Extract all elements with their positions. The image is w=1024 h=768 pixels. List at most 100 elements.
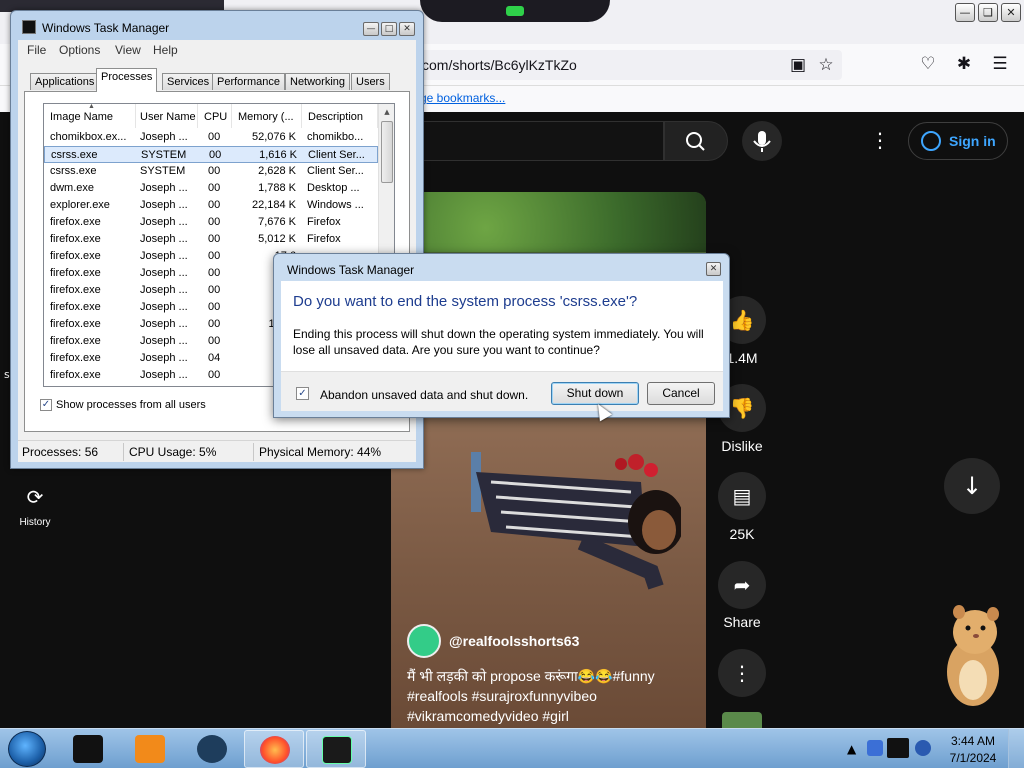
- taskbar-app-network[interactable]: [182, 730, 242, 768]
- share-label: Share: [723, 614, 761, 630]
- start-button[interactable]: [8, 731, 46, 767]
- tab-performance[interactable]: Performance: [212, 73, 285, 90]
- tab-users[interactable]: Users: [351, 73, 390, 90]
- url-bar[interactable]: com/shorts/Bc6ylKzTkZo ▣ ☆: [400, 50, 842, 80]
- extensions-icon[interactable]: ✱: [954, 54, 974, 74]
- taskbar-app-media-player[interactable]: [120, 730, 180, 768]
- process-description: Desktop ...: [307, 182, 360, 194]
- table-row[interactable]: csrss.exe SYSTEM 00 2,628 K Client Ser...: [44, 163, 378, 180]
- scroll-up-icon[interactable]: ▲: [379, 104, 394, 120]
- cancel-button[interactable]: Cancel: [647, 382, 715, 405]
- process-cpu: 00: [208, 199, 221, 211]
- column-image-name[interactable]: ▲ Image Name: [44, 104, 136, 128]
- abandon-data-checkbox[interactable]: ✓: [296, 387, 309, 400]
- show-desktop-button[interactable]: [1008, 729, 1024, 768]
- abandon-data-label[interactable]: Abandon unsaved data and shut down.: [320, 388, 528, 402]
- process-user: Joseph ...: [140, 131, 188, 143]
- menu-help[interactable]: Help: [153, 43, 178, 57]
- taskbar-app-task-manager[interactable]: [306, 730, 366, 768]
- process-name: firefox.exe: [50, 250, 101, 262]
- checkbox-checked-icon[interactable]: ✓: [40, 399, 52, 411]
- clock-date[interactable]: 7/1/2024: [946, 751, 1000, 765]
- close-button[interactable]: ✕: [399, 22, 415, 36]
- caption-line[interactable]: #realfools #surajroxfunnyvibeo: [407, 686, 697, 706]
- tray-security-icon[interactable]: [867, 740, 883, 756]
- process-cpu: 00: [208, 335, 221, 347]
- maximize-button[interactable]: □: [381, 22, 397, 36]
- table-row[interactable]: csrss.exe SYSTEM 00 1,616 K Client Ser...: [44, 146, 378, 163]
- caption-line[interactable]: #vikramcomedyvideo #girl: [407, 706, 697, 726]
- network-icon: [197, 735, 227, 763]
- channel-name-link[interactable]: @realfoolsshorts63: [449, 633, 579, 649]
- yt-search-input[interactable]: [420, 121, 664, 161]
- task-manager-titlebar[interactable]: Windows Task Manager — □ ✕: [11, 11, 423, 41]
- process-name: firefox.exe: [50, 301, 101, 313]
- pocket-icon[interactable]: ♡: [918, 54, 938, 74]
- tab-networking[interactable]: Networking: [285, 73, 351, 90]
- more-options-icon[interactable]: ⋮: [870, 128, 890, 154]
- voice-search-button[interactable]: [742, 121, 782, 161]
- process-name: csrss.exe: [50, 165, 97, 177]
- tray-overflow-icon[interactable]: ▲: [847, 742, 856, 756]
- process-memory: 1,788 K: [258, 182, 296, 194]
- menu-file[interactable]: File: [27, 43, 46, 57]
- desktop-screen: — ❑ ✕ com/shorts/Bc6ylKzTkZo ▣ ☆ ♡ ✱ ☰ g…: [0, 0, 1024, 768]
- tray-display-icon[interactable]: [887, 738, 909, 758]
- table-row[interactable]: dwm.exe Joseph ... 00 1,788 K Desktop ...: [44, 180, 378, 197]
- process-cpu: 04: [208, 352, 221, 364]
- next-video-button[interactable]: ↓: [944, 458, 1000, 514]
- tray-network-icon[interactable]: [915, 740, 931, 756]
- close-window-button[interactable]: ✕: [1001, 3, 1021, 22]
- tab-applications[interactable]: Applications: [30, 73, 100, 90]
- yt-search-button[interactable]: [664, 121, 728, 161]
- system-tray: ▲: [843, 731, 943, 767]
- scroll-thumb[interactable]: [381, 121, 393, 183]
- more-actions-button[interactable]: ⋮: [718, 649, 766, 697]
- process-name: firefox.exe: [50, 284, 101, 296]
- process-user: Joseph ...: [140, 335, 188, 347]
- comment-count: 25K: [729, 526, 755, 542]
- process-cpu: 00: [208, 182, 221, 194]
- table-row[interactable]: firefox.exe Joseph ... 00 7,676 K Firefox: [44, 214, 378, 231]
- sidebar-item-history[interactable]: History: [10, 517, 60, 528]
- process-name: firefox.exe: [50, 267, 101, 279]
- comment-button[interactable]: ▤: [718, 472, 766, 520]
- process-name: firefox.exe: [50, 233, 101, 245]
- tab-processes[interactable]: Processes: [96, 68, 158, 92]
- column-description[interactable]: Description: [302, 104, 378, 128]
- show-all-label: Show processes from all users: [56, 399, 206, 411]
- restore-button[interactable]: ❑: [978, 3, 998, 22]
- menu-options[interactable]: Options: [59, 43, 100, 57]
- table-row[interactable]: chomikbox.ex... Joseph ... 00 52,076 K chomi…: [44, 129, 378, 146]
- channel-avatar[interactable]: [407, 624, 441, 658]
- process-cpu: 00: [208, 301, 221, 313]
- import-bookmarks-link[interactable]: ge bookmarks...: [420, 91, 505, 105]
- bookmark-star-icon[interactable]: ☆: [816, 55, 836, 75]
- process-user: SYSTEM: [140, 165, 186, 177]
- picture-in-picture-icon[interactable]: ▣: [788, 55, 808, 75]
- window-title: Windows Task Manager: [42, 21, 170, 35]
- process-user: Joseph ...: [140, 216, 188, 228]
- dialog-close-button[interactable]: ✕: [706, 262, 721, 276]
- tab-services[interactable]: Services: [162, 73, 215, 90]
- minimize-button[interactable]: —: [955, 3, 975, 22]
- minimize-button[interactable]: —: [363, 22, 379, 36]
- share-button[interactable]: ➦: [718, 561, 766, 609]
- shut-down-button[interactable]: Shut down: [551, 382, 639, 405]
- history-icon[interactable]: ⟳: [23, 485, 47, 509]
- menu-icon[interactable]: ☰: [990, 54, 1010, 74]
- process-name: firefox.exe: [50, 318, 101, 330]
- sign-in-button[interactable]: Sign in: [908, 122, 1008, 160]
- taskbar-app-terminal[interactable]: [58, 730, 118, 768]
- process-name: dwm.exe: [50, 182, 95, 194]
- column-memory[interactable]: Memory (...: [232, 104, 302, 128]
- column-cpu[interactable]: CPU: [198, 104, 232, 128]
- column-user-name[interactable]: User Name: [134, 104, 198, 128]
- table-row[interactable]: firefox.exe Joseph ... 00 5,012 K Firefox: [44, 231, 378, 248]
- taskbar-app-firefox[interactable]: [244, 730, 304, 768]
- clock-time[interactable]: 3:44 AM: [946, 734, 1000, 748]
- menu-view[interactable]: View: [115, 43, 141, 57]
- process-user: Joseph ...: [140, 250, 188, 262]
- table-row[interactable]: explorer.exe Joseph ... 00 22,184 K Windows …: [44, 197, 378, 214]
- process-cpu: 00: [208, 267, 221, 279]
